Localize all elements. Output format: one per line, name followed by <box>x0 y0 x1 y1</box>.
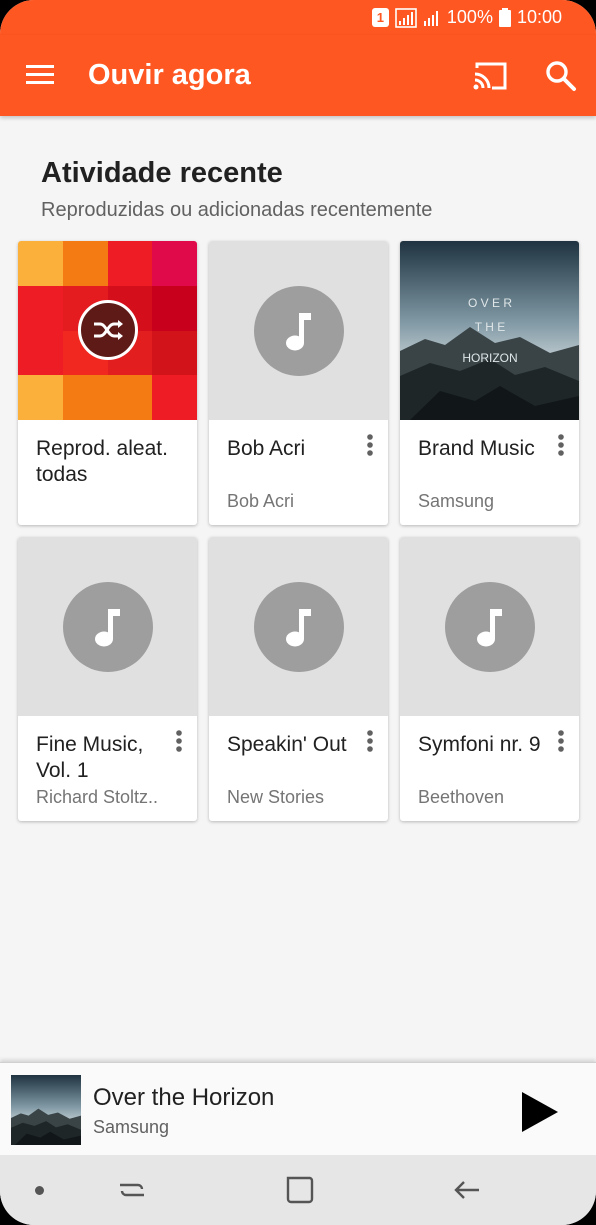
album-art-placeholder <box>400 537 579 716</box>
card-shuffle-all[interactable]: Reprod. aleat. todas <box>18 241 197 525</box>
music-note-circle <box>254 286 344 376</box>
card-album[interactable]: Speakin' Out New Stories <box>209 537 388 821</box>
search-icon <box>546 61 576 91</box>
music-note-circle <box>445 582 535 672</box>
svg-text:HORIZON: HORIZON <box>462 351 517 365</box>
more-vertical-icon <box>176 730 182 752</box>
shuffle-button[interactable] <box>78 300 138 360</box>
more-options-button[interactable] <box>551 729 571 755</box>
sim-badge: 1 <box>371 8 389 27</box>
app-bar: Ouvir agora <box>0 35 596 116</box>
page-title: Ouvir agora <box>88 59 251 91</box>
more-options-button[interactable] <box>360 729 380 755</box>
svg-text:O V E R: O V E R <box>468 296 512 310</box>
system-nav-bar <box>0 1155 596 1225</box>
menu-button[interactable] <box>22 60 58 90</box>
search-button[interactable] <box>544 59 578 93</box>
music-note-icon <box>286 609 311 647</box>
music-note-icon <box>95 609 120 647</box>
section-title: Atividade recente <box>41 157 283 189</box>
play-button[interactable] <box>518 1090 562 1134</box>
card-subtitle: Beethoven <box>418 787 505 807</box>
more-vertical-icon <box>367 434 373 456</box>
music-note-circle <box>63 582 153 672</box>
battery-percent: 100% <box>446 7 493 27</box>
mosaic-tile <box>152 241 197 286</box>
album-art-horizon: O V E R T H E HORIZON <box>400 241 579 420</box>
more-vertical-icon <box>367 730 373 752</box>
home-icon <box>286 1176 314 1204</box>
card-subtitle: Richard Stoltz.. <box>36 787 159 807</box>
card-title: Brand Music <box>418 437 535 460</box>
more-vertical-icon <box>558 730 564 752</box>
now-playing-title: Over the Horizon <box>93 1084 275 1111</box>
nav-indicator-dot <box>35 1186 44 1195</box>
mosaic-tile <box>62 375 108 420</box>
cast-button[interactable] <box>472 60 510 92</box>
back-button[interactable] <box>449 1173 485 1207</box>
mosaic-tile <box>18 241 63 286</box>
mosaic-tile <box>107 375 153 420</box>
album-art-placeholder <box>209 537 388 716</box>
phone-screen: 1 100% 10:00 Ouvir agora Atividade recen… <box>0 0 596 1225</box>
recent-apps-button[interactable] <box>114 1173 150 1207</box>
album-art-placeholder <box>18 537 197 716</box>
home-button[interactable] <box>282 1173 318 1207</box>
status-indicators: 1 100% 10:00 <box>371 7 562 28</box>
music-note-icon <box>286 313 311 351</box>
card-title: Symfoni nr. 9 <box>418 733 541 756</box>
mosaic-tile <box>62 241 108 286</box>
card-subtitle: New Stories <box>227 787 325 807</box>
back-icon <box>454 1181 479 1199</box>
more-options-button[interactable] <box>360 433 380 459</box>
recent-apps-icon <box>120 1183 144 1197</box>
card-album[interactable]: O V E R T H E HORIZON Brand Music Samsun… <box>400 241 579 525</box>
mosaic-tile <box>18 375 63 420</box>
music-note-circle <box>254 582 344 672</box>
battery-icon <box>498 8 511 27</box>
horizon-artwork-thumb <box>11 1075 81 1145</box>
shuffle-icon <box>94 320 123 340</box>
music-note-icon <box>477 609 502 647</box>
signal-icon <box>395 7 417 28</box>
cast-icon <box>473 62 507 90</box>
mosaic-tile <box>152 375 197 420</box>
mini-player[interactable]: Over the Horizon Samsung <box>0 1062 596 1155</box>
card-title: Fine Music, Vol. 1 <box>36 733 144 782</box>
card-title: Reprod. aleat. todas <box>36 437 168 486</box>
album-art-placeholder <box>209 241 388 420</box>
card-album[interactable]: Fine Music, Vol. 1 Richard Stoltz.. <box>18 537 197 821</box>
clock: 10:00 <box>516 7 562 27</box>
more-options-button[interactable] <box>169 729 189 755</box>
now-playing-artist: Samsung <box>93 1117 170 1137</box>
card-subtitle: Samsung <box>418 491 495 511</box>
svg-text:T H E: T H E <box>475 320 505 334</box>
hamburger-menu-icon <box>26 65 54 84</box>
play-icon <box>522 1092 558 1132</box>
mosaic-tile <box>18 330 63 376</box>
more-vertical-icon <box>558 434 564 456</box>
section-subtitle: Reproduzidas ou adicionadas recentemente <box>41 199 433 221</box>
mosaic-tile <box>18 285 63 331</box>
card-album[interactable]: Symfoni nr. 9 Beethoven <box>400 537 579 821</box>
mosaic-tile <box>152 285 197 331</box>
mosaic-tile <box>152 330 197 376</box>
card-subtitle: Bob Acri <box>227 491 295 511</box>
signal-bars-icon <box>423 10 438 26</box>
more-options-button[interactable] <box>551 433 571 459</box>
status-bar: 1 100% 10:00 <box>0 0 596 35</box>
card-title: Bob Acri <box>227 437 306 460</box>
mosaic-tile <box>107 241 153 286</box>
horizon-artwork: O V E R T H E HORIZON <box>400 241 579 420</box>
card-album[interactable]: Bob Acri Bob Acri <box>209 241 388 525</box>
now-playing-art <box>11 1075 81 1145</box>
card-title: Speakin' Out <box>227 733 347 756</box>
